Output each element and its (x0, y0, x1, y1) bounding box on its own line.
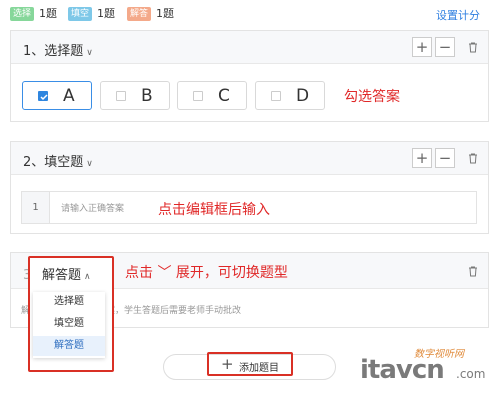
annotation-edit-input: 点击编辑框后输入 (158, 202, 270, 218)
watermark-domain: .com (456, 367, 486, 381)
type-option-answer[interactable]: 解答题 (33, 336, 105, 356)
fill-count: 1题 (97, 7, 115, 20)
option-label-d: D (296, 86, 310, 106)
option-b[interactable]: B (100, 81, 170, 110)
choice-count: 1题 (39, 7, 57, 20)
question-card-1: 1、选择题 ∨ + − A B C D 勾选答案 (10, 30, 489, 122)
fill-tag: 填空 (68, 7, 93, 21)
chevron-up-icon[interactable]: ∧ (84, 272, 91, 282)
annotation-expand-switch: 点击 ﹀ 展开，可切换题型 (125, 265, 288, 281)
question-header-2: 2、填空题 ∨ + − (11, 142, 488, 175)
add-option-button[interactable]: + (412, 37, 432, 57)
checkbox-checked-icon[interactable] (38, 91, 48, 101)
answer-tag: 解答 (127, 7, 152, 21)
trash-icon[interactable] (468, 266, 478, 277)
add-blank-button[interactable]: + (412, 148, 432, 168)
option-c[interactable]: C (177, 81, 247, 110)
question-type-menu: 选择题 填空题 解答题 (33, 292, 105, 358)
remove-option-button[interactable]: − (435, 37, 455, 57)
checkbox-icon[interactable] (116, 91, 126, 101)
chevron-down-icon[interactable]: ∨ (86, 159, 93, 169)
trash-icon[interactable] (468, 153, 478, 164)
checkbox-icon[interactable] (271, 91, 281, 101)
option-label-b: B (141, 86, 153, 106)
question-title-1: 1、选择题 (23, 44, 84, 59)
checkbox-icon[interactable] (193, 91, 203, 101)
question-card-2: 2、填空题 ∨ + − 1 请输入正确答案 点击编辑框后输入 (10, 141, 489, 234)
question-header-1: 1、选择题 ∨ + − (11, 31, 488, 64)
blank-row-number: 1 (22, 192, 50, 223)
add-question-button[interactable]: + 添加题目 (207, 352, 293, 376)
option-a[interactable]: A (22, 81, 92, 110)
choice-tag: 选择 (10, 7, 35, 21)
trash-icon[interactable] (468, 42, 478, 53)
annotation-select-answer: 勾选答案 (344, 89, 400, 105)
question-type-toggle-2[interactable]: 2、填空题 ∨ (23, 151, 93, 170)
remove-blank-button[interactable]: − (435, 148, 455, 168)
answer-count: 1题 (156, 7, 174, 20)
chevron-down-icon[interactable]: ∨ (86, 48, 93, 58)
question-title-2: 2、填空题 (23, 155, 84, 170)
type-option-fill[interactable]: 填空题 (33, 314, 105, 334)
blank-answer-placeholder: 请输入正确答案 (61, 204, 125, 214)
option-d[interactable]: D (255, 81, 325, 110)
add-question-label: 添加题目 (239, 363, 279, 374)
question-title-3: 解答题 (42, 268, 82, 283)
settings-score-link[interactable]: 设置计分 (436, 7, 480, 23)
question-type-toggle-3[interactable]: 解答题 ∧ (42, 264, 91, 283)
type-dropdown-highlight: 解答题 ∧ 选择题 填空题 解答题 (28, 256, 114, 372)
answer-hint-text: 答案，学生答题后需要老师手动批改 (97, 306, 242, 316)
type-option-choice[interactable]: 选择题 (33, 292, 105, 312)
question-type-toggle-1[interactable]: 1、选择题 ∨ (23, 40, 93, 59)
option-label-a: A (63, 86, 75, 106)
option-label-c: C (218, 86, 230, 106)
plus-icon: + (221, 355, 234, 373)
watermark-logo: itavcn (360, 355, 445, 385)
